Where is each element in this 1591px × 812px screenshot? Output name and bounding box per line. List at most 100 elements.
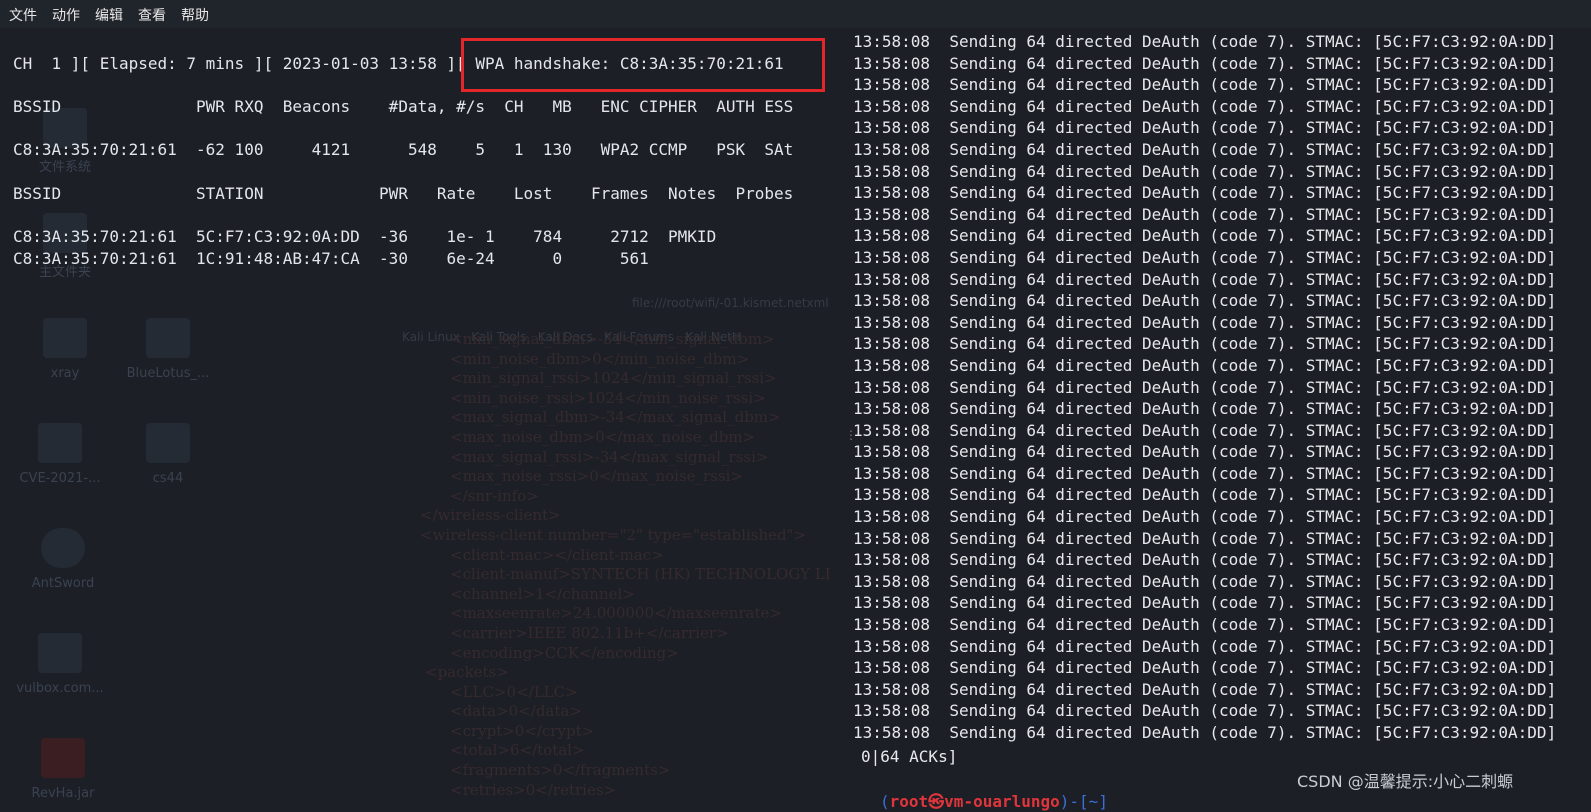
deauth-log-line: 13:58:08 Sending 64 directed DeAuth (cod… <box>853 204 1557 224</box>
ghost-xml-line: <channel>1</channel> <box>450 584 635 603</box>
deauth-log-line: 13:58:08 Sending 64 directed DeAuth (cod… <box>853 96 1557 116</box>
desktop-icon-label: 文件系统 <box>38 160 91 175</box>
desktop-icon-xray[interactable]: xray <box>15 318 115 381</box>
deauth-log-line: 13:58:08 Sending 64 directed DeAuth (cod… <box>853 32 1557 51</box>
desktop-icon-home[interactable]: 主文件夹 <box>15 213 115 280</box>
deauth-log-line: 13:58:08 Sending 64 directed DeAuth (cod… <box>853 463 1557 483</box>
archive-icon <box>146 318 190 358</box>
menu-action[interactable]: 动作 <box>52 5 80 25</box>
ghost-xml-text: <min_signal_dbm>-34</min_signal_dbm> <min… <box>405 330 831 800</box>
deauth-log-line: 13:58:08 Sending 64 directed DeAuth (cod… <box>853 658 1557 678</box>
ghost-xml-line: <max_noise_dbm>0</max_noise_dbm> <box>450 427 756 446</box>
deauth-log-line: 13:58:08 Sending 64 directed DeAuth (cod… <box>853 183 1557 203</box>
deauth-log-line: 13:58:08 Sending 64 directed DeAuth (cod… <box>853 75 1557 95</box>
desktop-icon-label: xray <box>50 366 80 381</box>
ghost-xml-line: <packets> <box>425 663 509 682</box>
jar-icon <box>41 738 85 778</box>
desktop-icon-label: cs44 <box>152 471 184 486</box>
deauth-log-line: 13:58:08 Sending 64 directed DeAuth (cod… <box>853 355 1557 375</box>
antsword-icon <box>41 528 85 568</box>
deauth-log-line: 13:58:08 Sending 64 directed DeAuth (cod… <box>853 139 1557 159</box>
deauth-log-line: 13:58:08 Sending 64 directed DeAuth (cod… <box>853 679 1557 699</box>
acks-line: 0|64 ACKs] <box>861 747 958 766</box>
ghost-xml-line: <LLC>0</LLC> <box>450 682 578 701</box>
prompt-path: )-[~] <box>1059 792 1108 811</box>
ghost-xml-line: <max_noise_rssi>0</max_noise_rssi> <box>450 467 743 486</box>
ghost-xml-line: <crypt>0</crypt> <box>450 721 595 740</box>
deauth-log-line: 13:58:08 Sending 64 directed DeAuth (cod… <box>853 420 1557 440</box>
deauth-log-line: 13:58:08 Sending 64 directed DeAuth (cod… <box>853 226 1557 246</box>
deauth-log-line: 13:58:08 Sending 64 directed DeAuth (cod… <box>853 571 1557 591</box>
folder-icon <box>38 423 82 463</box>
station-table-row: C8:3A:35:70:21:61 5C:F7:C3:92:0A:DD -36 … <box>13 227 717 246</box>
ghost-xml-line: <min_noise_rssi>1024</min_noise_rssi> <box>450 388 766 407</box>
ghost-xml-line: <client-manuf>SYNTECH (HK) TECHNOLOGY LI <box>450 565 831 584</box>
folder-icon <box>146 423 190 463</box>
desktop-icon-vulbox[interactable]: vulbox.com... <box>10 633 110 696</box>
deauth-log-line: 13:58:08 Sending 64 directed DeAuth (cod… <box>853 247 1557 267</box>
handshake-highlight-box <box>461 38 825 92</box>
deauth-log-line: 13:58:08 Sending 64 directed DeAuth (cod… <box>853 485 1557 505</box>
ghost-xml-line: <maxseenrate>24.000000</maxseenrate> <box>450 604 782 623</box>
ghost-xml-line: <carrier>IEEE 802.11b+</carrier> <box>450 623 729 642</box>
station-table-row: C8:3A:35:70:21:61 1C:91:48:AB:47:CA -30 … <box>13 249 649 268</box>
ghost-url: file:///root/wifi/-01.kismet.netxml <box>632 296 829 310</box>
deauth-log-line: 13:58:08 Sending 64 directed DeAuth (cod… <box>853 507 1557 527</box>
ghost-xml-line: <total>6</total> <box>450 741 585 760</box>
ghost-xml-line: <client-mac></client-mac> <box>450 545 664 564</box>
menu-view[interactable]: 查看 <box>138 5 166 25</box>
deauth-log-line: 13:58:08 Sending 64 directed DeAuth (cod… <box>853 528 1557 548</box>
ghost-xml-line: </snr-info> <box>450 486 539 505</box>
deauth-log-line: 13:58:08 Sending 64 directed DeAuth (cod… <box>853 636 1557 656</box>
deauth-log-line: 13:58:08 Sending 64 directed DeAuth (cod… <box>853 334 1557 354</box>
aireplay-terminal[interactable]: 13:58:08 Sending 64 directed DeAuth (cod… <box>845 28 1591 811</box>
deauth-log: 13:58:08 Sending 64 directed DeAuth (cod… <box>853 31 1556 744</box>
deauth-log-line: 13:58:08 Sending 64 directed DeAuth (cod… <box>853 118 1557 138</box>
deauth-log-line: 13:58:08 Sending 64 directed DeAuth (cod… <box>853 291 1557 311</box>
ghost-xml-line: <wireless-client number="2" type="establ… <box>420 525 807 544</box>
ghost-xml-line: <max_signal_rssi>-34</max_signal_rssi> <box>450 447 769 466</box>
shell-prompt: (root㉿vm-ouarlungo)-[~] <box>880 788 1108 812</box>
pane-resize-handle[interactable]: ⋮ <box>845 428 857 444</box>
desktop-icon-label: CVE-2021-... <box>19 471 101 486</box>
desktop-icon-revha[interactable]: RevHa.jar <box>13 738 113 801</box>
deauth-log-line: 13:58:08 Sending 64 directed DeAuth (cod… <box>853 701 1557 721</box>
desktop-icon-bluelotus[interactable]: BlueLotus_... <box>118 318 218 381</box>
ghost-xml-line: <data>0</data> <box>450 702 582 721</box>
menubar: 文件 动作 编辑 查看 帮助 <box>0 0 1591 28</box>
desktop-icon-antsword[interactable]: AntSword <box>13 528 113 591</box>
ap-table-header: BSSID PWR RXQ Beacons #Data, #/s CH MB E… <box>13 97 794 116</box>
deauth-log-line: 13:58:08 Sending 64 directed DeAuth (cod… <box>853 377 1557 397</box>
csdn-watermark: CSDN @温馨提示:小心二刺螈 <box>1297 772 1514 791</box>
deauth-log-line: 13:58:08 Sending 64 directed DeAuth (cod… <box>853 312 1557 332</box>
ghost-xml-line: <min_signal_dbm>-34</min_signal_dbm> <box>450 330 775 348</box>
folder-icon <box>43 318 87 358</box>
desktop-icon-cs44[interactable]: cs44 <box>118 423 218 486</box>
deauth-log-line: 13:58:08 Sending 64 directed DeAuth (cod… <box>853 550 1557 570</box>
desktop-icon-label: BlueLotus_... <box>126 366 210 381</box>
deauth-log-line: 13:58:08 Sending 64 directed DeAuth (cod… <box>853 269 1557 289</box>
airodump-output: CH 1 ][ Elapsed: 7 mins ][ 2023-01-03 13… <box>13 0 793 268</box>
deauth-log-line: 13:58:08 Sending 64 directed DeAuth (cod… <box>853 723 1557 742</box>
deauth-log-line: 13:58:08 Sending 64 directed DeAuth (cod… <box>853 53 1557 73</box>
ghost-xml-line: <retries>0</retries> <box>450 780 617 799</box>
desktop-icon-label: vulbox.com... <box>16 681 104 696</box>
ghost-xml-line: <fragments>0</fragments> <box>450 761 671 780</box>
deauth-log-line: 13:58:08 Sending 64 directed DeAuth (cod… <box>853 615 1557 635</box>
desktop-icon-label: RevHa.jar <box>31 786 95 801</box>
ghost-xml-line: </wireless-client> <box>420 506 561 525</box>
menu-help[interactable]: 帮助 <box>181 5 209 25</box>
ap-table-row: C8:3A:35:70:21:61 -62 100 4121 548 5 1 1… <box>13 140 794 159</box>
file-icon <box>38 633 82 673</box>
prompt-open-bracket: ( <box>880 792 890 811</box>
desktop-icon-cve[interactable]: CVE-2021-... <box>10 423 110 486</box>
station-table-header: BSSID STATION PWR Rate Lost Frames Notes… <box>13 184 794 203</box>
menu-edit[interactable]: 编辑 <box>95 5 123 25</box>
ghost-xml-line: <min_signal_rssi>1024</min_signal_rssi> <box>450 369 777 388</box>
deauth-log-line: 13:58:08 Sending 64 directed DeAuth (cod… <box>853 161 1557 181</box>
ghost-xml-line: <encoding>CCK</encoding> <box>450 643 679 662</box>
deauth-log-line: 13:58:08 Sending 64 directed DeAuth (cod… <box>853 399 1557 419</box>
deauth-log-line: 13:58:08 Sending 64 directed DeAuth (cod… <box>853 593 1557 613</box>
desktop-icon-label: AntSword <box>31 576 95 591</box>
prompt-user: root㉿vm-ouarlungo <box>889 792 1060 811</box>
